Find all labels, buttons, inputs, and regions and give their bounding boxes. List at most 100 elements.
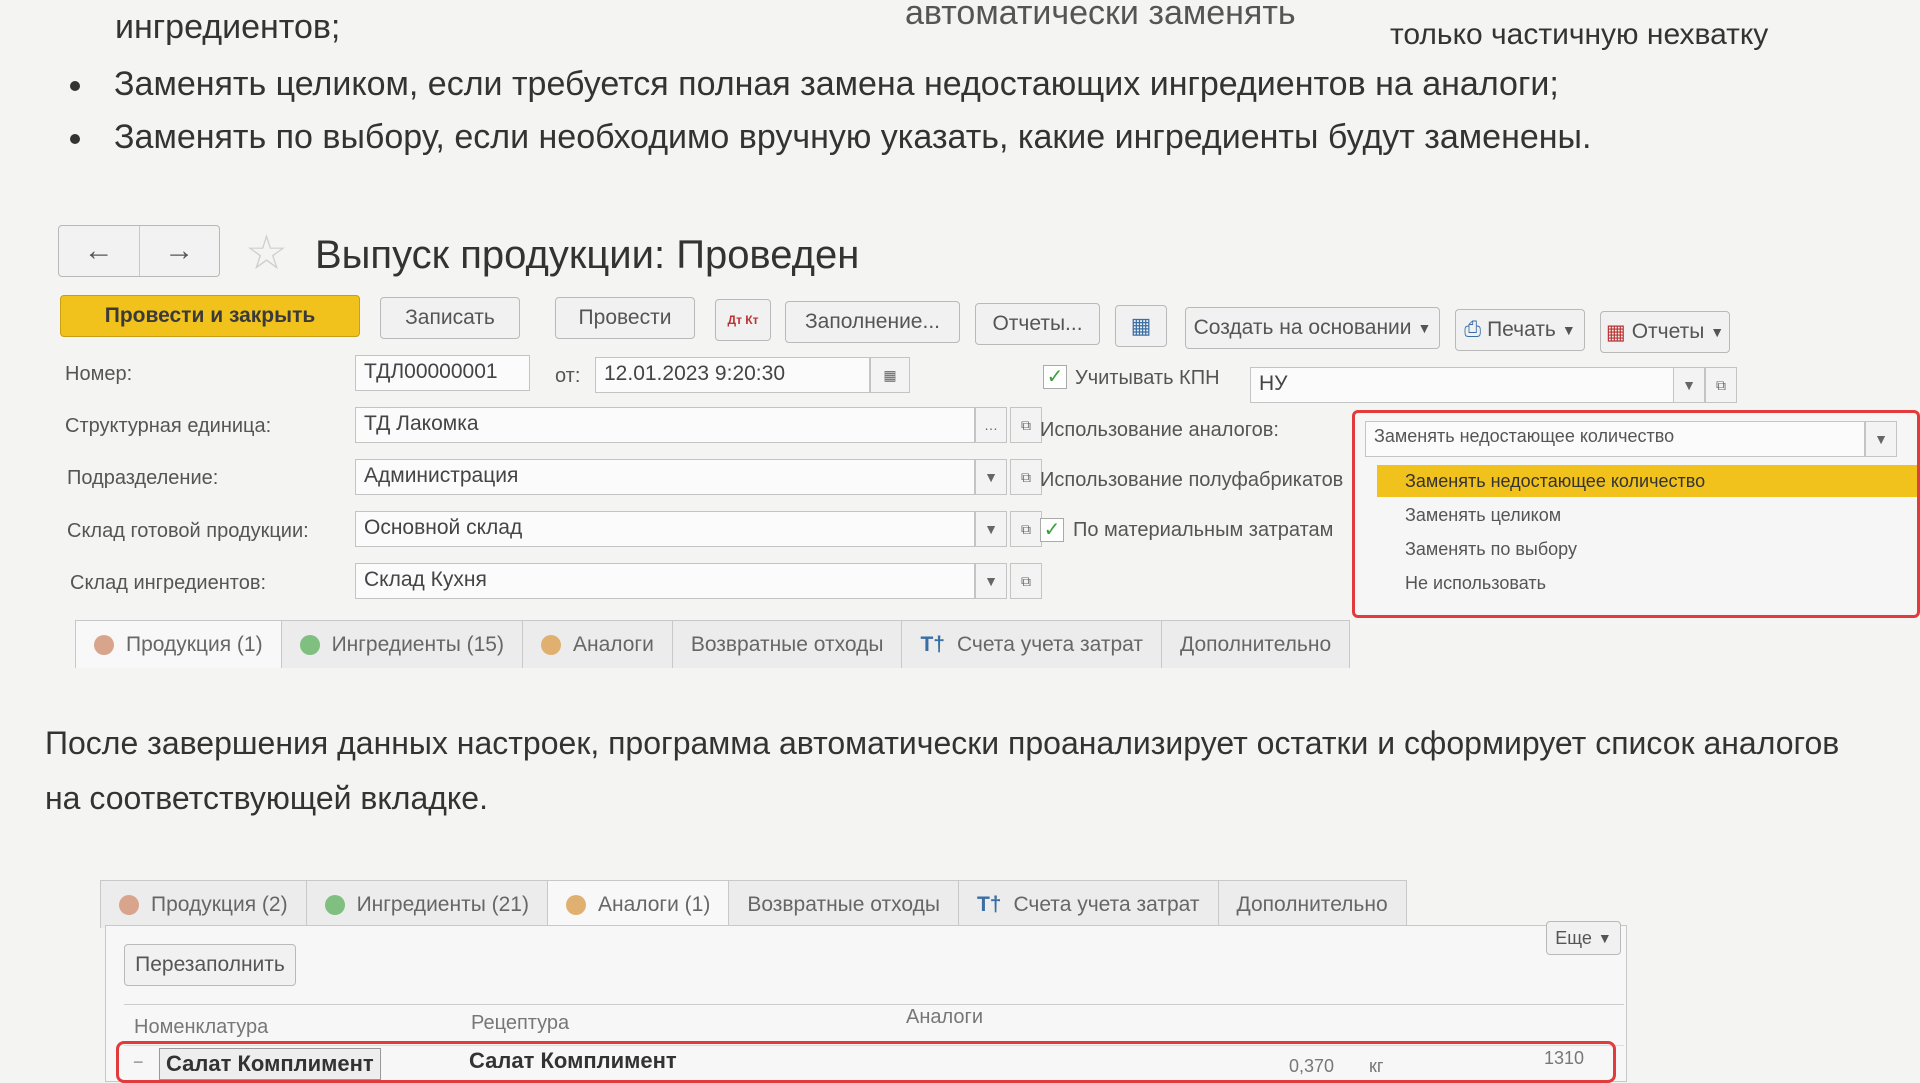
date-field[interactable]: 12.01.2023 9:20:30 — [595, 357, 870, 393]
chevron-down-icon[interactable]: ▼ — [975, 563, 1007, 599]
tab-label: Ингредиенты (21) — [356, 892, 529, 916]
tab-label: Счета учета затрат — [1013, 892, 1200, 916]
dept-field[interactable]: Администрация — [355, 459, 975, 495]
tab-cost-accounts[interactable]: T† Счета учета затрат — [957, 880, 1219, 928]
ingr-wh-field[interactable]: Склад Кухня — [355, 563, 975, 599]
tab-label: Ингредиенты (15) — [331, 632, 504, 656]
chevron-down-icon[interactable]: ▼ — [975, 459, 1007, 495]
tab-returns[interactable]: Возвратные отходы — [728, 880, 959, 928]
tab-label: Дополнительно — [1236, 892, 1388, 916]
tab-label: Аналоги — [572, 632, 654, 656]
tab-analogs[interactable]: Аналоги — [521, 620, 673, 668]
save-button[interactable]: Записать — [380, 297, 520, 339]
document-title: Выпуск продукции: Проведен — [315, 233, 860, 277]
article-line-top-mid: автоматически заменять — [905, 0, 1296, 32]
reports-menu-button[interactable]: ▦ Отчеты ▼ — [1600, 311, 1730, 353]
col-analogs: Аналоги — [906, 1006, 983, 1028]
bullet-text: Заменять по выбору, если необходимо вруч… — [114, 118, 1592, 156]
after-paragraph-line1: После завершения данных настроек, програ… — [45, 725, 1840, 761]
ellipsis-icon[interactable]: … — [975, 407, 1007, 443]
finished-wh-field[interactable]: Основной склад — [355, 511, 975, 547]
tab-returns[interactable]: Возвратные отходы — [671, 620, 903, 668]
dropdown-option-shortage[interactable]: Заменять недостающее количество — [1377, 465, 1917, 497]
tab-label: Продукция (1) — [126, 632, 263, 656]
forward-arrow-icon[interactable]: → — [140, 226, 220, 276]
analogs-icon — [565, 894, 586, 915]
tab-ingredients[interactable]: Ингредиенты (15) — [280, 620, 523, 668]
unit-label: Структурная единица: — [65, 415, 272, 437]
table-row[interactable]: − Салат Комплимент Салат Комплимент 0,37… — [116, 1041, 1616, 1083]
print-button[interactable]: ⎙ Печать ▼ — [1455, 309, 1585, 351]
chevron-down-icon[interactable]: ▼ — [975, 511, 1007, 547]
open-icon[interactable]: ⧉ — [1705, 367, 1737, 403]
number-field[interactable]: ТДЛ00000001 — [355, 355, 530, 391]
calendar-icon[interactable]: ▦ — [870, 357, 910, 393]
products-icon — [94, 634, 114, 655]
form-tabs: Продукция (1) Ингредиенты (15) Аналоги В… — [75, 620, 1351, 668]
open-icon[interactable]: ⧉ — [1010, 563, 1042, 599]
dropdown-option-choice[interactable]: Заменять по выбору — [1377, 533, 1917, 565]
unit-field[interactable]: ТД Лакомка — [355, 407, 975, 443]
tab-products[interactable]: Продукция (2) — [100, 880, 307, 928]
products-icon — [119, 894, 139, 915]
tab-products[interactable]: Продукция (1) — [75, 620, 282, 668]
nav-buttons: ← → — [58, 225, 220, 277]
kpn-checkbox[interactable]: ✓ — [1043, 365, 1067, 389]
create-based-on-button[interactable]: Создать на основании ▼ — [1185, 307, 1440, 349]
after-paragraph-line2: на соответствующей вкладке. — [45, 780, 488, 816]
tab-label: Дополнительно — [1180, 632, 1332, 656]
second-tabs: Продукция (2) Ингредиенты (21) Аналоги (… — [100, 880, 1407, 928]
accounts-icon: T† — [976, 892, 1002, 916]
dropdown-option-whole[interactable]: Заменять целиком — [1377, 499, 1917, 531]
post-button[interactable]: Провести — [555, 297, 695, 339]
row-quantity: 0,370 — [1289, 1056, 1335, 1076]
reports-ellipsis-button[interactable]: Отчеты... — [975, 303, 1100, 345]
dt-kt-button[interactable]: Дт Кт — [715, 299, 771, 341]
more-label: Еще — [1555, 927, 1592, 948]
chevron-down-icon[interactable]: ▼ — [1865, 421, 1897, 457]
row-number: 1310 — [1544, 1048, 1585, 1068]
print-label: Печать — [1487, 318, 1556, 341]
row-nomenclature: Салат Комплимент — [159, 1048, 381, 1080]
tab-label: Счета учета затрат — [956, 632, 1143, 656]
row-recipe: Салат Комплимент — [469, 1048, 677, 1073]
analogs-select[interactable]: Заменять недостающее количество — [1365, 421, 1865, 457]
analogs-label: Использование аналогов: — [1040, 419, 1279, 441]
collapse-icon[interactable]: − — [133, 1052, 144, 1073]
bullet-item-1: Заменять целиком, если требуется полная … — [70, 65, 1559, 104]
tab-additional[interactable]: Дополнительно — [1161, 620, 1351, 668]
more-button[interactable]: Еще ▼ — [1546, 921, 1621, 955]
tab-ingredients[interactable]: Ингредиенты (21) — [305, 880, 548, 928]
finished-wh-label: Склад готовой продукции: — [67, 520, 309, 542]
open-icon[interactable]: ⧉ — [1010, 407, 1042, 443]
number-label: Номер: — [65, 363, 133, 385]
kpn-select[interactable]: НУ — [1250, 367, 1705, 403]
structure-icon[interactable]: ▦ — [1115, 305, 1167, 347]
bullet-text: Заменять целиком, если требуется полная … — [114, 65, 1559, 103]
analogs-icon — [540, 634, 561, 655]
dept-label: Подразделение: — [67, 467, 219, 489]
favorite-star-icon[interactable]: ☆ — [245, 225, 288, 281]
ingredients-icon — [324, 894, 345, 915]
tab-additional[interactable]: Дополнительно — [1217, 880, 1407, 928]
article-line-top: ингредиентов; — [115, 8, 341, 46]
material-costs-checkbox[interactable]: ✓ — [1040, 518, 1064, 542]
bullet-icon — [70, 134, 80, 145]
chevron-down-icon: ▼ — [1561, 322, 1576, 338]
col-nomenclature: Номенклатура — [134, 1016, 269, 1038]
back-arrow-icon[interactable]: ← — [59, 226, 140, 276]
create-based-on-label: Создать на основании — [1193, 316, 1412, 339]
open-icon[interactable]: ⧉ — [1010, 459, 1042, 495]
tab-analogs[interactable]: Аналоги (1) — [546, 880, 730, 928]
ingr-wh-label: Склад ингредиентов: — [70, 572, 267, 594]
fill-button[interactable]: Заполнение... — [785, 301, 960, 343]
tab-cost-accounts[interactable]: T† Счета учета затрат — [901, 620, 1162, 668]
semi-label: Использование полуфабрикатов — [1040, 469, 1344, 491]
post-and-close-button[interactable]: Провести и закрыть — [60, 295, 360, 337]
refill-button[interactable]: Перезаполнить — [124, 944, 296, 986]
bullet-icon — [70, 81, 80, 92]
dropdown-option-none[interactable]: Не использовать — [1377, 567, 1917, 599]
open-icon[interactable]: ⧉ — [1010, 511, 1042, 547]
chevron-down-icon[interactable]: ▼ — [1673, 367, 1705, 403]
from-label: от: — [555, 365, 581, 387]
